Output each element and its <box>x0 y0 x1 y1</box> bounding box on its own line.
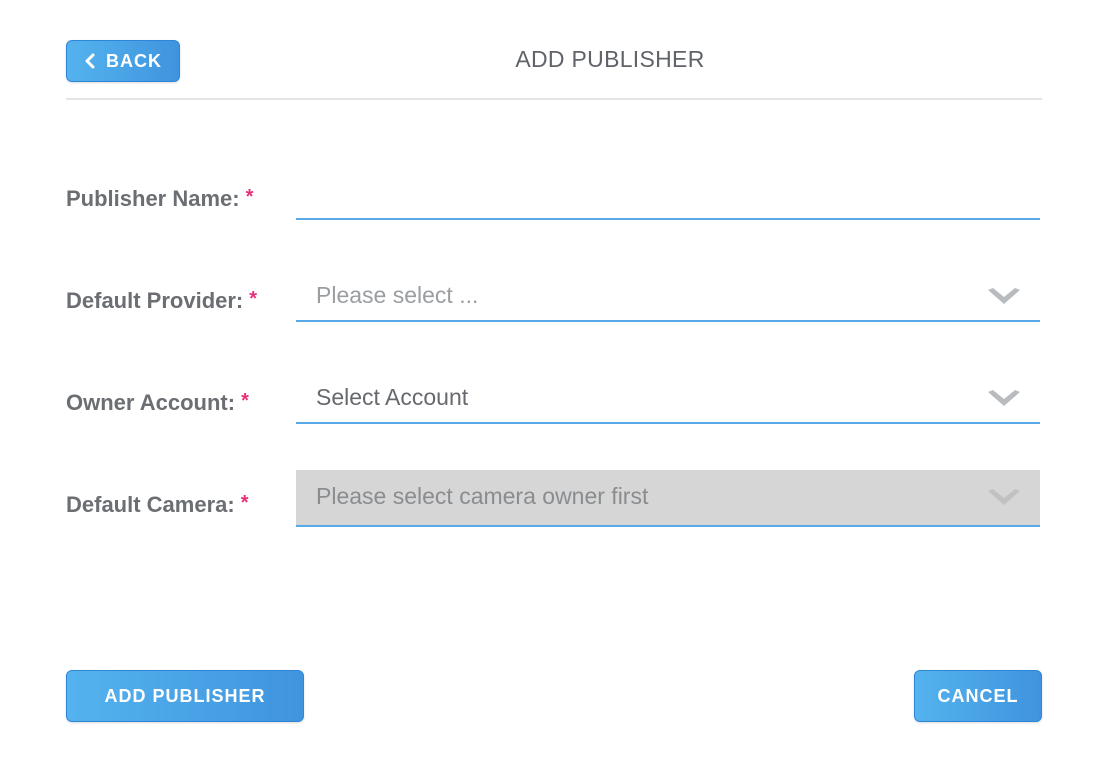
chevron-down-icon <box>988 390 1020 406</box>
default-provider-select[interactable]: Please select ... <box>296 272 1040 322</box>
header-divider <box>66 98 1042 100</box>
default-camera-placeholder: Please select camera owner first <box>316 483 649 509</box>
owner-account-select[interactable]: Select Account <box>296 374 1040 424</box>
publisher-name-field[interactable] <box>296 170 1040 220</box>
default-provider-label: Default Provider: * <box>66 288 258 313</box>
default-provider-placeholder: Please select ... <box>316 282 479 308</box>
publisher-name-label: Publisher Name: * <box>66 186 254 211</box>
chevron-down-icon <box>988 288 1020 304</box>
required-marker: * <box>241 390 249 412</box>
add-publisher-button[interactable]: ADD PUBLISHER <box>66 670 304 722</box>
required-marker: * <box>240 492 249 514</box>
page-title: ADD PUBLISHER <box>515 46 705 72</box>
required-marker: * <box>249 288 258 310</box>
owner-account-label: Owner Account: * <box>66 390 249 415</box>
publisher-name-input[interactable] <box>296 170 1040 218</box>
owner-account-value: Select Account <box>316 384 469 410</box>
required-marker: * <box>245 186 254 208</box>
default-camera-select: Please select camera owner first <box>296 470 1040 527</box>
chevron-down-icon <box>988 489 1020 505</box>
default-camera-label: Default Camera: * <box>66 492 249 517</box>
cancel-button[interactable]: CANCEL <box>914 670 1042 722</box>
